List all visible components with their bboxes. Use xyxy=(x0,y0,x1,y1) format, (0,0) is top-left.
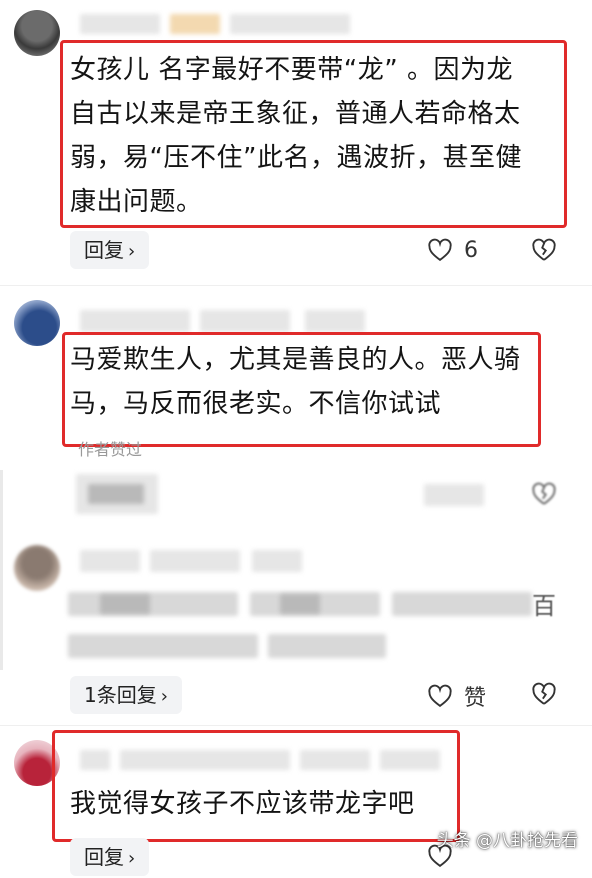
like-count: 6 xyxy=(464,237,478,263)
avatar[interactable] xyxy=(14,300,60,346)
blurred-comment-line xyxy=(392,592,532,616)
blurred-reply-text xyxy=(88,484,144,504)
blurred-comment-line xyxy=(68,592,238,616)
heart-outline-icon xyxy=(428,238,452,262)
blurred-username xyxy=(150,550,240,572)
avatar[interactable] xyxy=(14,545,60,591)
dislike-button[interactable] xyxy=(530,680,558,708)
watermark: 头条 @八卦抢先看 xyxy=(436,831,578,851)
blurred-comment-line xyxy=(100,594,150,614)
reply-label: 回复 xyxy=(84,845,124,869)
like-button[interactable]: 赞 xyxy=(426,680,486,712)
like-button[interactable]: 6 xyxy=(426,236,478,264)
blurred-username xyxy=(252,550,302,572)
chevron-right-icon: › xyxy=(128,848,136,869)
blurred-trailing-char: 百 xyxy=(532,592,556,620)
chevron-right-icon: › xyxy=(128,241,136,262)
reply-button[interactable]: 回复 › xyxy=(70,838,150,876)
broken-heart-icon xyxy=(532,238,556,261)
blurred-username xyxy=(305,310,365,332)
broken-heart-icon xyxy=(532,682,556,705)
highlight-box xyxy=(60,40,567,228)
blurred-comment-line xyxy=(280,594,320,614)
highlight-box xyxy=(52,730,460,842)
reply-label: 1条回复 xyxy=(84,683,157,707)
author-liked-badge: 作者赞过 xyxy=(78,440,143,459)
blurred-username xyxy=(80,14,160,34)
blurred-username xyxy=(200,310,290,332)
heart-outline-icon xyxy=(428,684,452,708)
thread-line xyxy=(0,470,3,670)
blurred-like xyxy=(424,484,484,506)
dislike-button[interactable] xyxy=(530,480,558,508)
broken-heart-icon xyxy=(532,482,556,505)
blurred-username xyxy=(170,14,220,34)
divider xyxy=(0,285,592,286)
reply-button[interactable]: 回复 › xyxy=(70,231,150,269)
chevron-right-icon: › xyxy=(160,686,168,707)
dislike-button[interactable] xyxy=(530,236,558,264)
highlight-box xyxy=(62,332,541,447)
like-label: 赞 xyxy=(464,686,487,711)
blurred-comment-line xyxy=(268,634,386,658)
reply-button[interactable]: 1条回复 › xyxy=(70,676,182,714)
blurred-username xyxy=(80,550,140,572)
blurred-username xyxy=(80,310,190,332)
blurred-comment-line xyxy=(68,634,258,658)
blurred-username xyxy=(230,14,350,34)
avatar[interactable] xyxy=(14,10,60,56)
reply-label: 回复 xyxy=(84,238,124,262)
divider xyxy=(0,725,592,726)
